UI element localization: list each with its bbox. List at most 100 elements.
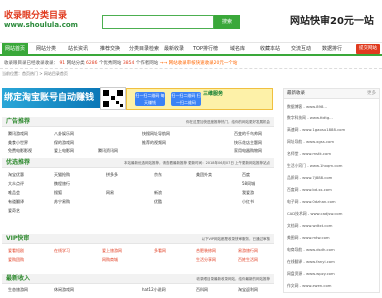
list-item[interactable]: 搜狐	[54, 190, 62, 196]
list-item[interactable]: 爱购团购	[8, 257, 24, 263]
list-item[interactable]: 大众点评	[8, 181, 24, 187]
list-item[interactable]: 名师堂 - www.mstk.com	[287, 151, 331, 157]
stats-sites-count: 91	[59, 61, 66, 66]
site-logo[interactable]: 收录眼分类目录 www.shoulula.com	[4, 11, 78, 30]
list-item[interactable]: 百姓生活网	[238, 257, 258, 263]
list-item[interactable]: 快乐花店主题网	[234, 140, 262, 146]
list-item[interactable]: hat12小说网	[142, 287, 166, 293]
list-item[interactable]: 新浪	[154, 190, 162, 196]
nav-item-8[interactable]: 收藏本站	[260, 43, 280, 55]
list-item[interactable]: 快搜网址导航网	[142, 131, 170, 137]
list-item[interactable]: 拼多多	[106, 172, 118, 178]
nav-item-7[interactable]: 域名库	[230, 43, 245, 55]
list-item[interactable]: 爱上电影网	[54, 148, 74, 154]
list-item[interactable]: 多看网	[154, 248, 166, 254]
list-item[interactable]: 爱奇艺	[8, 208, 20, 214]
list-item[interactable]: 百度	[242, 172, 250, 178]
list-item[interactable]: 美食小世界	[8, 140, 28, 146]
nav-item-4[interactable]: 分类目录检索	[129, 43, 159, 55]
list-item[interactable]: 家用电器购物网	[234, 148, 262, 154]
nav-item-2[interactable]: 站长资讯	[68, 43, 88, 55]
list-item[interactable]: 在线翻译 - www.fanyi.com	[287, 259, 335, 265]
list-item[interactable]: 百变的千鸟帅网	[234, 131, 262, 137]
main-nav: 网站首页 网站分类 站长资讯 推荐交换 分类目录检索 最新收录 TOP排行榜 域…	[0, 42, 382, 56]
section-ads: 广告推荐 你在这里加快进度推荐热门，给你的网站更好发展机会 腾讯游戏网 八卦娱乐…	[2, 117, 274, 155]
nav-item-5[interactable]: 最新收录	[164, 43, 184, 55]
list-item[interactable]: 58同城	[242, 181, 255, 187]
section-title: 最新收入	[6, 275, 31, 282]
list-item[interactable]: 携程旅行	[54, 181, 70, 187]
list-item[interactable]: 生态旅游网	[8, 287, 28, 293]
list-item[interactable]: 苏宁易购	[54, 199, 70, 205]
nav-item-home[interactable]: 网站首页	[2, 43, 29, 55]
list-item[interactable]: 网易	[106, 190, 114, 196]
nav-item-9[interactable]: 交流互动	[291, 43, 311, 55]
list-item[interactable]: 有道翻译	[8, 199, 24, 205]
search-button[interactable]: 搜索	[214, 15, 240, 29]
list-item[interactable]: 在线学习	[54, 248, 70, 254]
stats-articles-label: 个优秀网站	[98, 61, 122, 66]
list-item[interactable]: 电子网 - www.0dzhan.com	[287, 199, 336, 205]
list-item[interactable]: 百度网 - www.bd-ss.com	[287, 187, 332, 193]
list-item[interactable]: 唯品会	[8, 190, 20, 196]
section-header: 优选推荐 本站最新优选网站推荐，请查看最新推荐 更新时间：2018年06月07日…	[2, 158, 274, 168]
list-item[interactable]: 腾讯资讯网	[98, 148, 118, 154]
list-item[interactable]: 作文网 - www.zwen.com	[287, 283, 332, 289]
list-item[interactable]: 品质网 - www.7j888.com	[287, 175, 332, 181]
submit-site-button[interactable]: 提交网站	[356, 44, 380, 54]
list-item[interactable]: 八卦娱乐网	[54, 131, 74, 137]
list-item[interactable]: 天猫抢购	[54, 172, 70, 178]
stats-prefix: 收录眼目录已经收录收录：	[4, 61, 58, 66]
list-item[interactable]: 网盘资源 - www.wpzy.com	[287, 271, 335, 277]
list-item[interactable]: 网购商城	[102, 257, 118, 263]
list-item[interactable]: 生活分享网	[196, 257, 216, 263]
section-title: 广告推荐	[6, 118, 31, 125]
list-item[interactable]: 淘宝优惠	[8, 172, 24, 178]
list-item[interactable]: 京东	[154, 172, 162, 178]
nav-item-1[interactable]: 网站分类	[36, 43, 56, 55]
list-item[interactable]: 小红书	[242, 199, 254, 205]
list-item[interactable]: 淘宝返利网	[238, 287, 258, 293]
list-item[interactable]: 爱看短剧	[8, 248, 24, 254]
list-item[interactable]: 保的游戏网	[54, 140, 74, 146]
search-input[interactable]	[102, 15, 214, 29]
promo-banner[interactable]: 扫一扫二维码 每天赚钱 扫一扫二维码 扫一扫二维码 三维服务	[126, 88, 273, 110]
section-title: VIP快审	[6, 235, 30, 242]
stats-promo-link[interactable]: →→ 网站收录审核快速收录20元一个站	[160, 61, 238, 66]
list-item[interactable]: 合肥装修网	[196, 248, 216, 254]
list-item[interactable]: 易游旅行网	[238, 248, 258, 254]
promo-tag-1: 扫一扫二维码 每天赚钱	[135, 92, 165, 106]
list-item[interactable]: 百科网	[196, 287, 208, 293]
list-item[interactable]: 美团外卖	[196, 172, 212, 178]
section-featured: 优选推荐 本站最新优选网站推荐，请查看最新推荐 更新时间：2018年06月07日…	[2, 158, 274, 228]
list-item[interactable]: 推荐的视频网	[142, 140, 166, 146]
sidebar-title: 最新收录	[287, 91, 305, 96]
logo-title: 收录眼分类目录	[4, 11, 68, 21]
list-item[interactable]: 电商导航 - www.dsdh.com	[287, 247, 335, 253]
list-item[interactable]: 文档网 - www.wdtxt.com	[287, 223, 332, 229]
sidebar-more-link[interactable]: 更多	[367, 89, 376, 99]
list-item[interactable]: 腾讯游戏网	[8, 131, 28, 137]
list-item[interactable]: 爱上旅游网	[102, 248, 122, 254]
list-item[interactable]: 美图网 - www.mtw.com	[287, 235, 330, 241]
header-slogan: 网站快审20元一站	[290, 16, 374, 27]
list-item[interactable]: 我爱游	[242, 190, 254, 196]
list-item[interactable]: 数字科技网 - www.ttdtg...	[287, 115, 333, 121]
list-item[interactable]: 网址导航 - www.xgss.com	[287, 139, 334, 145]
stats-total-count: 3854	[122, 61, 135, 66]
ad-banner[interactable]: 绑定淘宝账号自动赚钱	[2, 88, 100, 108]
nav-item-3[interactable]: 推荐交换	[100, 43, 120, 55]
stats-total-label: 个作者网站	[135, 61, 159, 66]
nav-item-10[interactable]: 数据排行	[322, 43, 342, 55]
section-note: 以下VIP网站都是收录快审服务，已通过审核	[201, 237, 270, 241]
list-item[interactable]: 生活小窍门 - www.1hxqm.com	[287, 163, 342, 169]
list-item[interactable]: CAD技术网 - www.cadjsw.com	[287, 211, 342, 217]
section-header: 最新收入 收录眼目录最新收录网站，给你最新的网站推荐	[2, 274, 274, 284]
list-item[interactable]: 免费电影影视	[8, 148, 32, 154]
list-item[interactable]: 优酷	[154, 199, 162, 205]
nav-item-6[interactable]: TOP排行榜	[193, 43, 218, 55]
list-item[interactable]: 高速网 - www.1gaosu1888.com	[287, 127, 345, 133]
header: 收录眼分类目录 www.shoulula.com 搜索 网站快审20元一站	[0, 0, 382, 40]
list-item[interactable]: 数据博客 - www.898...	[287, 104, 327, 110]
list-item[interactable]: 休闲游戏网	[54, 287, 74, 293]
